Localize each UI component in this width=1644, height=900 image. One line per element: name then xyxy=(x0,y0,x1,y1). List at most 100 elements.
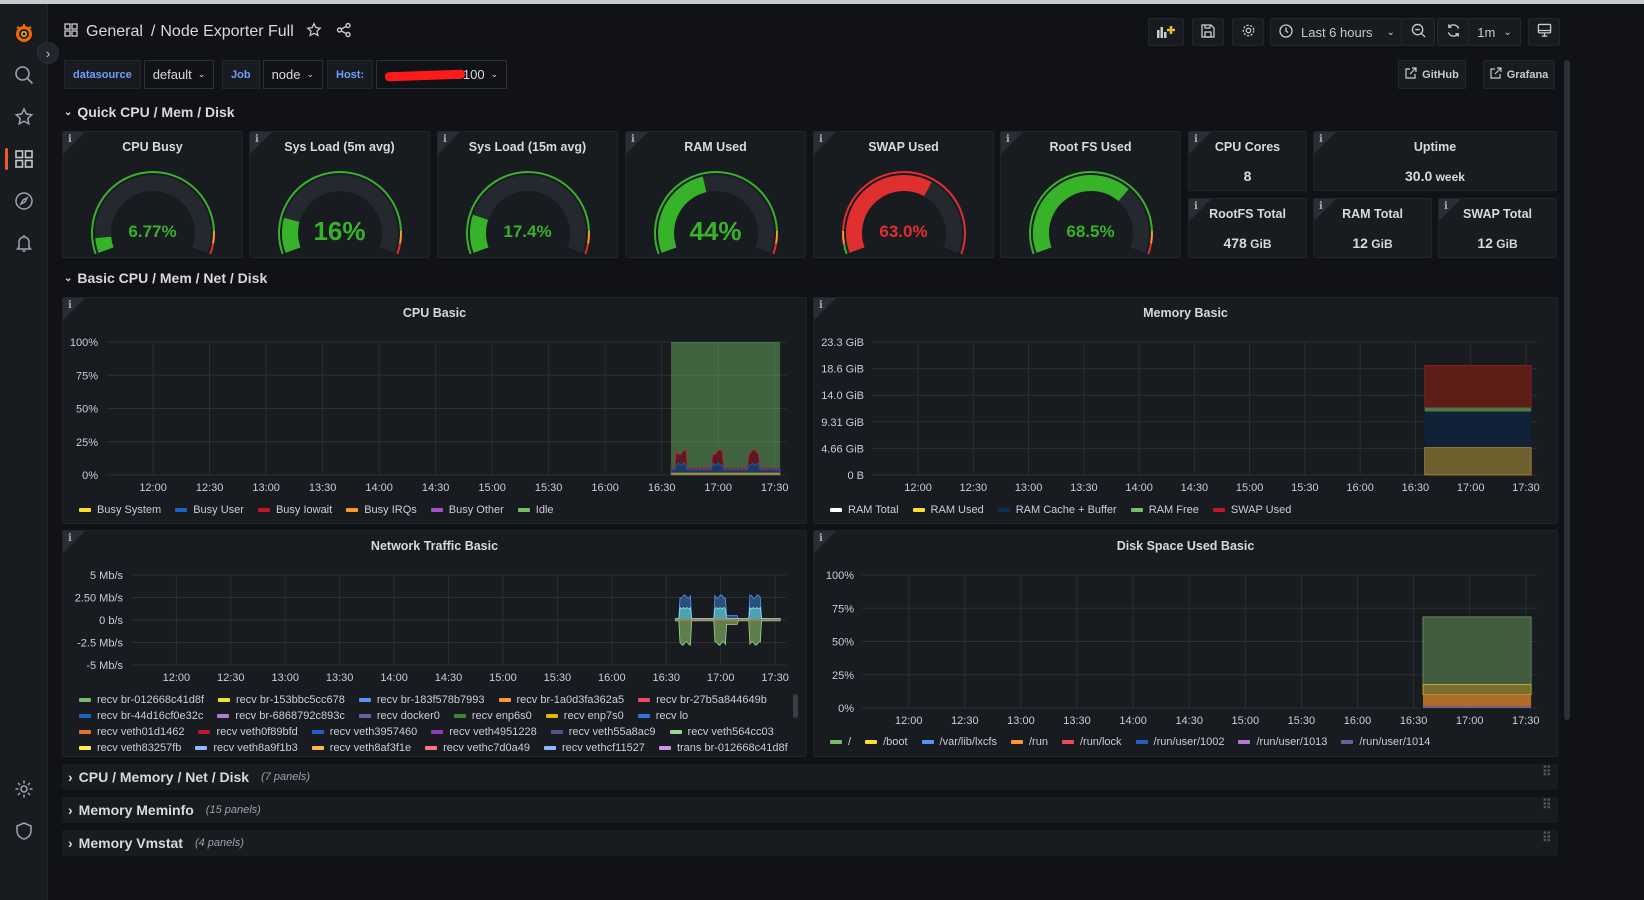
legend-item[interactable]: RAM Cache + Buffer xyxy=(997,503,1117,517)
legend-item[interactable]: /run/user/1013 xyxy=(1238,735,1327,749)
panel-disk-space-used-basic[interactable]: i Disk Space Used Basic 0% 25% 50% 75% 100% 12:… xyxy=(813,530,1558,757)
row-cpu-memory-net-disk[interactable]: › CPU / Memory / Net / Disk (7 panels) ⠿ xyxy=(62,764,1558,790)
legend-item[interactable]: recv br-1a0d3fa362a5 xyxy=(498,693,624,707)
gauge-panel[interactable]: i Sys Load (15m avg) 17.4% xyxy=(437,131,618,258)
page-scrollbar[interactable] xyxy=(1564,60,1570,720)
gauge-panel[interactable]: i Root FS Used 68.5% xyxy=(1000,131,1181,258)
server-admin-shield-icon[interactable] xyxy=(12,819,36,843)
legend-item[interactable]: /run/user/1014 xyxy=(1341,735,1430,749)
legend-item[interactable]: /var/lib/lxcfs xyxy=(921,735,997,749)
legend-item[interactable]: recv veth83257fb xyxy=(79,741,181,751)
x-tick-label: 16:00 xyxy=(1346,482,1374,494)
legend-item[interactable]: Busy User xyxy=(175,503,244,517)
breadcrumb-folder[interactable]: General xyxy=(86,23,143,41)
legend-item[interactable]: recv br-012668c41d8f xyxy=(79,693,204,707)
legend-item[interactable]: /run/lock xyxy=(1061,735,1122,749)
legend-item[interactable]: /run/user/1002 xyxy=(1135,735,1224,749)
starred-icon[interactable] xyxy=(12,105,36,129)
search-icon[interactable] xyxy=(12,63,36,87)
legend-item[interactable]: /boot xyxy=(865,735,908,749)
row-memory-vmstat[interactable]: › Memory Vmstat (4 panels) ⠿ xyxy=(62,830,1558,856)
gauge-panel[interactable]: i Sys Load (5m avg) 16% xyxy=(249,131,430,258)
legend-item[interactable]: Busy IRQs xyxy=(346,503,417,517)
legend-item[interactable]: recv br-27b5a844649b xyxy=(638,693,767,707)
legend-item[interactable]: trans br-012668c41d8f xyxy=(658,741,788,751)
drag-handle-icon[interactable]: ⠿ xyxy=(1542,798,1552,811)
legend-item[interactable]: recv enp7s0 xyxy=(545,709,624,723)
gauge-panel[interactable]: i CPU Busy 6.77% xyxy=(62,131,243,258)
legend-item[interactable]: Busy Iowait xyxy=(257,503,332,517)
legend-item[interactable]: Busy System xyxy=(79,503,161,517)
grafana-logo-icon[interactable] xyxy=(12,21,36,45)
stat-panel-uptime[interactable]: i Uptime 30.0 week xyxy=(1313,131,1557,191)
panel-title: RAM Total xyxy=(1342,207,1403,221)
explore-compass-icon[interactable] xyxy=(12,189,36,213)
stat-panel-ram-total[interactable]: i RAM Total 12 GiB xyxy=(1313,198,1432,258)
datasource-select[interactable]: default ⌄ xyxy=(143,60,215,89)
share-icon[interactable] xyxy=(336,22,352,43)
stat-panel-swap-total[interactable]: i SWAP Total 12 GiB xyxy=(1438,198,1557,258)
legend-item[interactable]: RAM Free xyxy=(1130,503,1199,517)
legend-item[interactable]: SWAP Used xyxy=(1212,503,1291,517)
panel-network-traffic-basic[interactable]: i Network Traffic Basic -5 Mb/s -2.5 Mb/s 0… xyxy=(62,530,807,757)
legend-item[interactable]: recv vethcf11527 xyxy=(543,741,645,751)
expand-sidebar-button[interactable]: › xyxy=(37,42,59,64)
gauge-panel[interactable]: i RAM Used 44% xyxy=(625,131,806,258)
legend-label: recv br-183f578b7993 xyxy=(376,694,485,706)
legend-item[interactable]: recv br-44d16cf0e32c xyxy=(79,709,203,723)
legend-swatch xyxy=(425,746,438,750)
legend-item[interactable]: recv veth564cc03 xyxy=(669,725,774,739)
legend-item[interactable]: RAM Total xyxy=(830,503,899,517)
stat-panel-cpu-cores[interactable]: i CPU Cores 8 xyxy=(1188,131,1307,191)
legend-item[interactable]: recv veth3957460 xyxy=(311,725,417,739)
refresh-interval-picker[interactable]: 1m ⌄ xyxy=(1468,18,1521,46)
legend-item[interactable]: recv veth8a9f1b3 xyxy=(195,741,298,751)
configuration-gear-icon[interactable] xyxy=(12,777,36,801)
add-panel-button[interactable] xyxy=(1148,18,1184,46)
dashboard-settings-button[interactable] xyxy=(1232,18,1264,46)
legend-item[interactable]: recv veth55a8ac9 xyxy=(550,725,656,739)
legend-item[interactable]: recv vethc7d0a49 xyxy=(425,741,530,751)
legend-item[interactable]: Idle xyxy=(517,503,554,517)
row-basic-cpu-mem-net-disk[interactable]: ⌄ Basic CPU / Mem / Net / Disk xyxy=(64,270,267,286)
chart-area[interactable]: 0% 25% 50% 75% 100% 12:00 12:30 13:00 13:30 14:00… xyxy=(63,298,807,524)
grafana-link[interactable]: Grafana xyxy=(1483,60,1555,89)
legend-item[interactable]: recv br-183f578b7993 xyxy=(358,693,485,707)
legend-item[interactable]: recv enp6s0 xyxy=(453,709,532,723)
panel-cpu-basic[interactable]: i CPU Basic 0% 25% 50% 75% 100% 12:00 12:30 13:00… xyxy=(62,297,807,524)
row-quick-cpu-mem-disk[interactable]: ⌄ Quick CPU / Mem / Disk xyxy=(64,104,235,120)
dashboards-icon[interactable] xyxy=(12,147,36,171)
legend-item[interactable]: recv veth8af3f1e xyxy=(311,741,411,751)
legend-item[interactable]: recv veth0f89bfd xyxy=(198,725,298,739)
alerting-bell-icon[interactable] xyxy=(12,231,36,255)
time-range-picker[interactable]: Last 6 hours ⌄ xyxy=(1270,18,1402,46)
legend-item[interactable]: /run xyxy=(1011,735,1048,749)
legend-swatch xyxy=(830,508,842,512)
drag-handle-icon[interactable]: ⠿ xyxy=(1542,831,1552,844)
refresh-button[interactable] xyxy=(1437,18,1469,46)
tv-mode-button[interactable] xyxy=(1528,18,1560,46)
host-select[interactable]: :9100 ⌄ xyxy=(376,60,508,89)
legend-item[interactable]: recv docker0 xyxy=(358,709,440,723)
page-title[interactable]: Node Exporter Full xyxy=(160,23,293,41)
row-memory-meminfo[interactable]: › Memory Meminfo (15 panels) ⠿ xyxy=(62,797,1558,823)
zoom-out-time-button[interactable] xyxy=(1401,18,1435,46)
chart-area[interactable]: 0 B 4.66 GiB 9.31 GiB 14.0 GiB 18.6 GiB 23.3 … xyxy=(814,298,1558,524)
legend-item[interactable]: RAM Used xyxy=(912,503,984,517)
star-icon[interactable] xyxy=(306,21,322,43)
chart-area[interactable]: 0% 25% 50% 75% 100% 12:00 12:30 13:00 13:30 14:00… xyxy=(814,531,1558,757)
save-dashboard-button[interactable] xyxy=(1192,18,1224,46)
gauge-panel[interactable]: i SWAP Used 63.0% xyxy=(813,131,994,258)
github-link[interactable]: GitHub xyxy=(1398,60,1466,89)
job-select[interactable]: node ⌄ xyxy=(262,60,324,89)
legend-item[interactable]: / xyxy=(830,735,851,749)
panel-memory-basic[interactable]: i Memory Basic 0 B 4.66 GiB 9.31 GiB 14.0 GiB… xyxy=(813,297,1558,524)
legend-item[interactable]: recv veth4951228 xyxy=(431,725,537,739)
legend-item[interactable]: recv veth01d1462 xyxy=(79,725,184,739)
legend-item[interactable]: recv br-6868792c893c xyxy=(217,709,345,723)
legend-item[interactable]: Busy Other xyxy=(430,503,504,517)
legend-item[interactable]: recv lo xyxy=(637,709,688,723)
drag-handle-icon[interactable]: ⠿ xyxy=(1542,765,1552,778)
legend-item[interactable]: recv br-153bbc5cc678 xyxy=(218,693,345,707)
stat-panel-rootfs-total[interactable]: i RootFS Total 478 GiB xyxy=(1188,198,1307,258)
